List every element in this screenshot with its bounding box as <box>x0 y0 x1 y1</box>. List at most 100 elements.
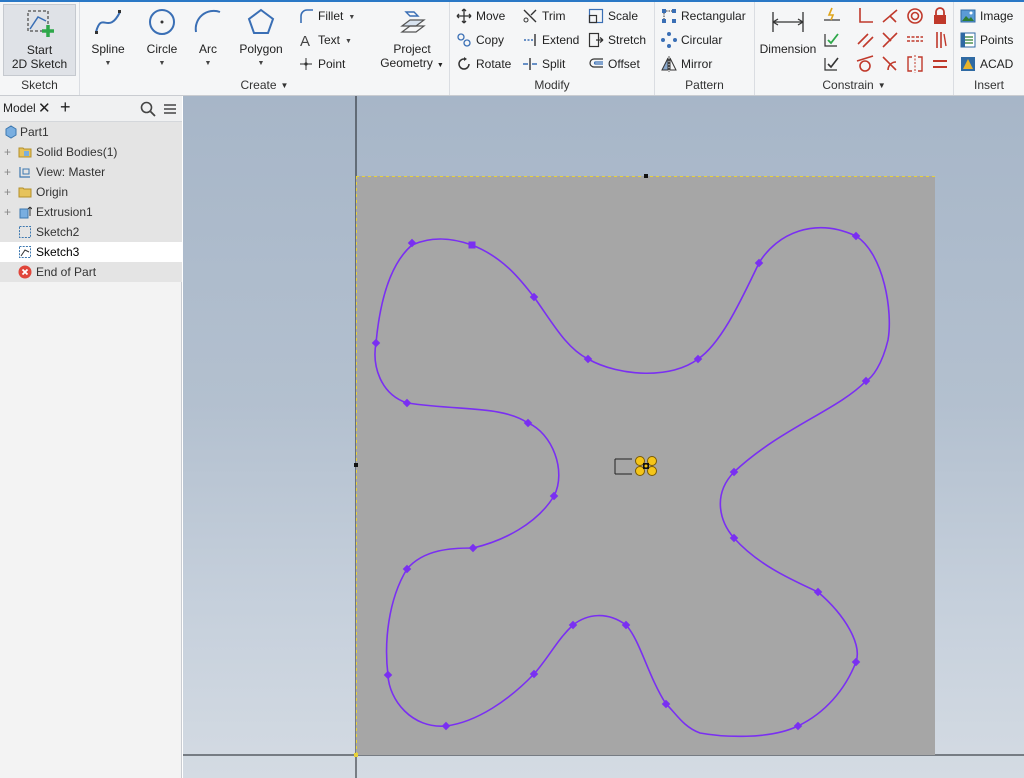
horizontal-constraint-icon[interactable] <box>905 30 925 50</box>
sketch-icon <box>19 226 31 238</box>
fix-constraint-icon[interactable] <box>930 6 950 26</box>
polygon-icon <box>247 8 275 34</box>
folder-icon <box>18 187 32 198</box>
tree-label-view-master: View: Master <box>36 165 106 179</box>
show-constraints-icon[interactable] <box>822 30 842 50</box>
tree-node-view-master[interactable]: + View: Master <box>0 162 182 182</box>
constrain-panel-label-text: Constrain <box>822 78 874 92</box>
perpendicular-constraint-icon[interactable] <box>855 6 875 26</box>
fillet-icon <box>300 9 313 23</box>
trim-label: Trim <box>542 9 566 23</box>
spline-dropdown-icon[interactable]: ▼ <box>86 57 130 71</box>
polygon-label: Polygon <box>239 42 283 56</box>
arc-button[interactable]: Arc ▼ <box>188 4 228 71</box>
create-panel-label-text: Create <box>240 78 277 92</box>
rectangular-pattern-icon <box>662 9 676 23</box>
modify-panel: Move Copy Rotate Trim Extend Split Scale… <box>450 2 655 95</box>
extrusion-icon <box>19 206 32 219</box>
tree-label-end-of-part: End of Part <box>36 265 97 279</box>
points-icon <box>960 32 976 48</box>
acad-label: ACAD <box>980 57 1014 71</box>
tree-node-extrusion1[interactable]: + Extrusion1 <box>0 202 182 222</box>
coincident-constraint-icon[interactable] <box>880 6 900 26</box>
spline-label: Spline <box>91 42 125 56</box>
tree-label-sketch3: Sketch3 <box>36 245 80 259</box>
acad-icon <box>961 57 975 71</box>
start-2d-sketch-button[interactable]: Start 2D Sketch <box>3 4 76 76</box>
graphics-viewport[interactable] <box>183 96 1024 778</box>
copy-label: Copy <box>476 33 505 47</box>
circle-dropdown-icon[interactable]: ▼ <box>140 57 184 71</box>
tree-node-sketch2[interactable]: Sketch2 <box>0 222 182 242</box>
scale-icon <box>588 8 604 24</box>
sketch-canvas[interactable] <box>183 96 1024 778</box>
project-geometry-button[interactable]: Project Geometry ▼ <box>380 4 444 73</box>
equal-constraint-icon[interactable] <box>930 54 950 74</box>
vertical-constraint-icon[interactable] <box>930 30 950 50</box>
edge-midpoint-left[interactable] <box>354 463 358 467</box>
expand-icon[interactable]: + <box>4 162 14 182</box>
sketch-panel-label: Sketch <box>21 78 58 92</box>
tree-label-sketch2: Sketch2 <box>36 225 80 239</box>
project-geometry-icon <box>400 11 426 33</box>
search-icon[interactable] <box>140 101 156 117</box>
trim-icon <box>523 9 537 23</box>
expand-icon[interactable]: + <box>4 182 14 202</box>
points-label: Points <box>980 33 1014 47</box>
tree-node-sketch3[interactable]: Sketch3 <box>0 242 182 262</box>
sketch-panel: Start 2D Sketch Sketch <box>0 2 80 95</box>
concentric-constraint-icon[interactable] <box>905 6 925 26</box>
auto-dimension-icon[interactable] <box>822 6 842 26</box>
stretch-label: Stretch <box>608 33 647 47</box>
tree-label-origin: Origin <box>36 185 69 199</box>
offset-icon <box>589 58 603 68</box>
fillet-label: Fillet <box>318 9 344 23</box>
tree-node-part1[interactable]: Part1 <box>0 122 182 142</box>
close-tab-icon[interactable]: ✕ <box>38 99 51 117</box>
split-label: Split <box>542 57 566 71</box>
spline-start-point[interactable] <box>468 241 476 249</box>
circle-icon <box>149 9 175 35</box>
spline-button[interactable]: Spline ▼ <box>86 4 130 71</box>
circle-label: Circle <box>146 42 178 56</box>
add-tab-icon[interactable]: + <box>60 97 71 118</box>
polygon-dropdown-icon[interactable]: ▼ <box>236 57 286 71</box>
tree-node-solid-bodies[interactable]: + Solid Bodies(1) <box>0 142 182 162</box>
project-label-2: Geometry <box>380 56 433 70</box>
parallel-constraint-icon[interactable] <box>855 30 875 50</box>
rotate-icon <box>458 57 470 70</box>
model-tab[interactable]: Model <box>3 101 36 115</box>
polygon-button[interactable]: Polygon ▼ <box>236 4 286 71</box>
menu-icon[interactable] <box>162 101 178 117</box>
tree-node-origin[interactable]: + Origin <box>0 182 182 202</box>
folder-icon <box>18 147 32 158</box>
symmetric-constraint-icon[interactable] <box>905 54 925 74</box>
end-of-part-icon <box>18 265 32 279</box>
circular-label: Circular <box>681 33 723 47</box>
expand-icon[interactable]: + <box>4 142 14 162</box>
arc-label: Arc <box>199 42 217 56</box>
corner-point[interactable] <box>354 753 358 757</box>
rotate-label: Rotate <box>476 57 512 71</box>
create-panel: Spline ▼ Circle ▼ Arc ▼ Polygon ▼ Fillet… <box>80 2 450 95</box>
tree-node-end-of-part[interactable]: End of Part <box>0 262 182 282</box>
circle-button[interactable]: Circle ▼ <box>140 4 184 71</box>
tree-label-solid-bodies: Solid Bodies(1) <box>36 145 118 159</box>
collinear-constraint-icon[interactable] <box>880 30 900 50</box>
arc-dropdown-icon[interactable]: ▼ <box>188 57 228 71</box>
move-label: Move <box>476 9 506 23</box>
arc-icon <box>194 9 221 33</box>
copy-icon <box>457 33 471 47</box>
tangent-constraint-icon[interactable] <box>855 54 875 74</box>
insert-panel-label: Insert <box>973 78 1004 92</box>
dimension-button[interactable]: Dimension <box>757 4 819 56</box>
tree-label-part1: Part1 <box>20 125 49 139</box>
create-panel-label[interactable]: Create ▼ <box>80 77 449 93</box>
constraint-settings-icon[interactable] <box>822 54 842 74</box>
smooth-constraint-icon[interactable] <box>880 54 900 74</box>
svg-text:A: A <box>300 33 310 48</box>
active-sketch-icon <box>19 246 31 258</box>
constrain-panel-label[interactable]: Constrain ▼ <box>755 77 953 93</box>
expand-icon[interactable]: + <box>4 202 14 222</box>
edge-midpoint-top[interactable] <box>644 174 648 178</box>
